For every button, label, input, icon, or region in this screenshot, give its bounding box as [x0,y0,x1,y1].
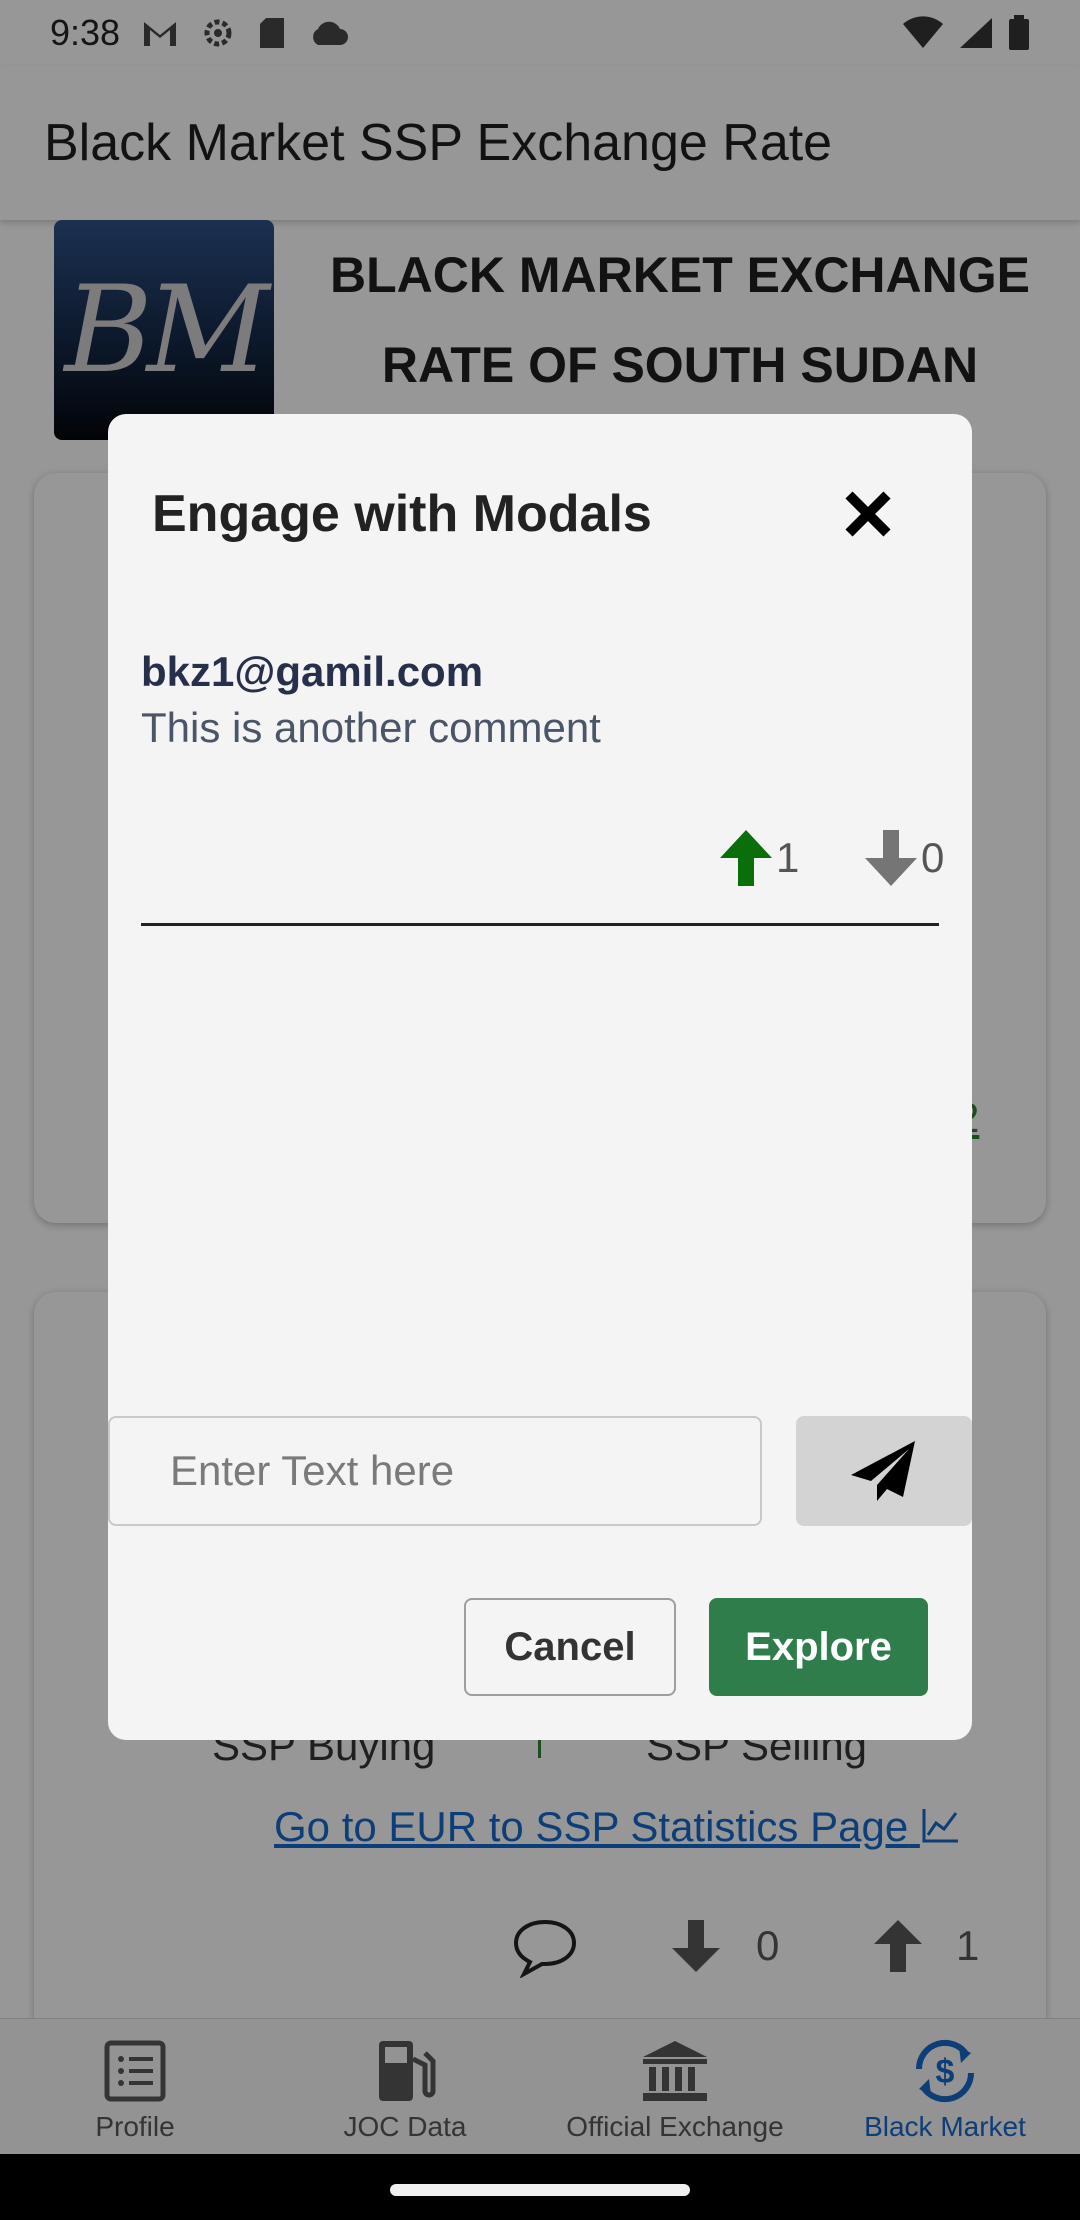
modal-title: Engage with Modals [152,485,652,543]
downvote-arrow-icon [865,830,917,886]
send-button[interactable] [796,1416,972,1526]
comment-author: bkz1@gamil.com [141,648,484,695]
explore-button[interactable]: Explore [709,1598,928,1696]
comment-downvote-button[interactable]: 0 [861,828,944,888]
paper-plane-icon [851,1441,915,1501]
close-icon [845,491,891,537]
comment-text: This is another comment [141,704,601,751]
engage-modal: Engage with Modals bkz1@gamil.com This i… [108,414,972,1740]
comment-upvote-count: 1 [776,834,800,881]
comment-upvote-button[interactable]: 1 [716,828,799,888]
cancel-button[interactable]: Cancel [464,1598,676,1696]
upvote-arrow-icon [720,830,772,886]
comment-item: bkz1@gamil.com This is another comment 1… [141,648,944,926]
comment-downvote-count: 0 [921,834,945,881]
system-gesture-bar [0,2154,1080,2220]
home-gesture-pill[interactable] [390,2184,690,2196]
close-button[interactable] [838,484,898,544]
comment-text-input[interactable] [108,1416,762,1526]
